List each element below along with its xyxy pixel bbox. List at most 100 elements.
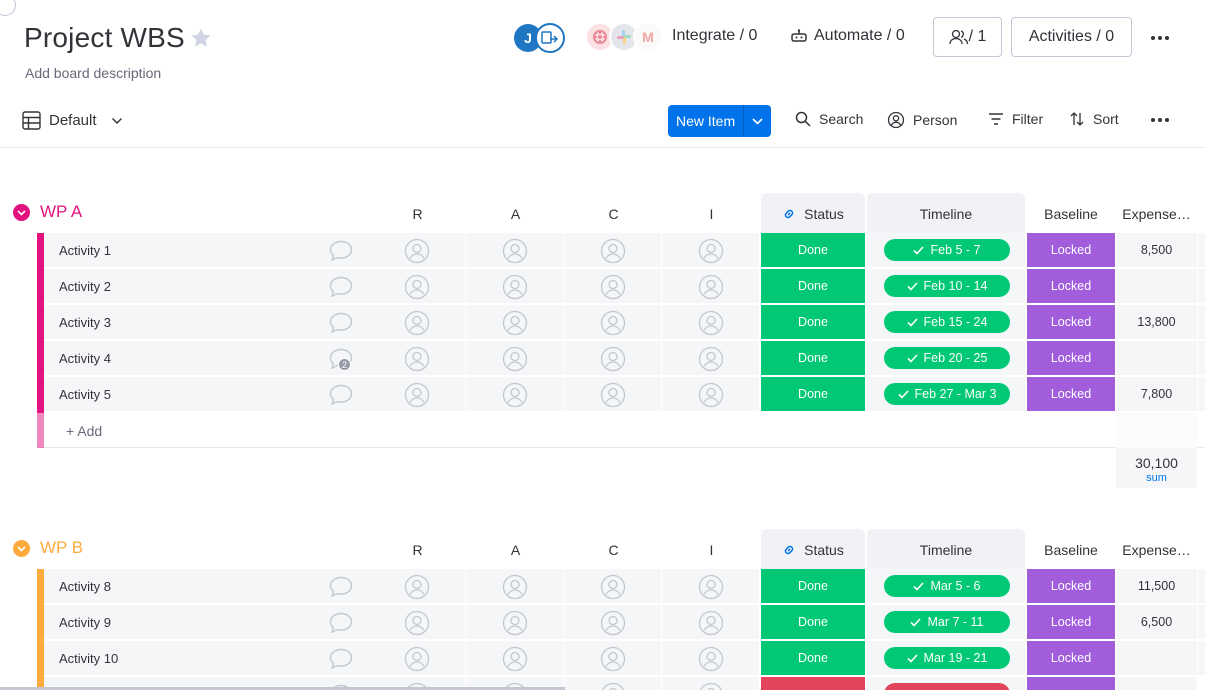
- timeline-pill[interactable]: Feb 10 - 14: [884, 275, 1010, 297]
- timeline-cell[interactable]: Feb 10 - 14: [867, 269, 1025, 304]
- expense-cell[interactable]: [1116, 677, 1197, 690]
- timeline-cell[interactable]: [867, 677, 1025, 690]
- item-name-cell[interactable]: Activity 2: [44, 269, 368, 304]
- timeline-pill[interactable]: Feb 27 - Mar 3: [884, 383, 1010, 405]
- table-row[interactable]: Activity 3 Done Feb 15 - 24 Locked 13,800: [37, 305, 1205, 341]
- column-header-expenses[interactable]: Expense…: [1116, 193, 1197, 233]
- person-cell-c[interactable]: [564, 377, 661, 412]
- column-header-timeline[interactable]: Timeline: [867, 193, 1025, 233]
- baseline-cell[interactable]: Locked: [1027, 269, 1115, 304]
- timeline-pill[interactable]: Mar 7 - 11: [884, 611, 1010, 633]
- item-name-cell[interactable]: Activity 9: [44, 605, 368, 640]
- column-header-expenses[interactable]: Expense…: [1116, 529, 1197, 569]
- expense-cell[interactable]: [1116, 341, 1197, 376]
- table-row[interactable]: Activity 4 2 Done Feb 20 - 25 Locked: [37, 341, 1205, 377]
- column-header-baseline[interactable]: Baseline: [1027, 193, 1115, 233]
- status-cell[interactable]: Done: [761, 341, 865, 376]
- column-header-a[interactable]: A: [467, 529, 564, 569]
- person-cell-i[interactable]: [662, 341, 759, 376]
- column-header-c[interactable]: C: [565, 193, 662, 233]
- person-cell-r[interactable]: [368, 605, 465, 640]
- updates-button[interactable]: [328, 311, 354, 335]
- baseline-cell[interactable]: Locked: [1027, 377, 1115, 412]
- person-cell-r[interactable]: [368, 569, 465, 604]
- updates-button[interactable]: [328, 275, 354, 299]
- updates-button[interactable]: [328, 239, 354, 263]
- person-cell-a[interactable]: [466, 605, 563, 640]
- table-row[interactable]: Activity 5 Done Feb 27 - Mar 3 Locked 7,800: [37, 377, 1205, 413]
- view-selector[interactable]: Default: [22, 111, 123, 130]
- baseline-cell[interactable]: [1027, 677, 1115, 690]
- person-cell-i[interactable]: [662, 305, 759, 340]
- timeline-pill[interactable]: Feb 15 - 24: [884, 311, 1010, 333]
- baseline-cell[interactable]: Locked: [1027, 233, 1115, 268]
- timeline-cell[interactable]: Mar 19 - 21: [867, 641, 1025, 676]
- baseline-cell[interactable]: Locked: [1027, 605, 1115, 640]
- person-cell-r[interactable]: [368, 341, 465, 376]
- column-header-c[interactable]: C: [565, 529, 662, 569]
- baseline-cell[interactable]: Locked: [1027, 641, 1115, 676]
- person-cell[interactable]: [662, 677, 759, 690]
- status-cell[interactable]: Done: [761, 233, 865, 268]
- person-cell-a[interactable]: [466, 641, 563, 676]
- integration-logos[interactable]: M: [585, 22, 665, 54]
- expense-cell[interactable]: 7,800: [1116, 377, 1197, 412]
- toolbar-more-icon[interactable]: [1148, 108, 1172, 132]
- person-cell-a[interactable]: [466, 233, 563, 268]
- column-header-baseline[interactable]: Baseline: [1027, 529, 1115, 569]
- item-name-cell[interactable]: Activity 5: [44, 377, 368, 412]
- person-cell-a[interactable]: [466, 269, 563, 304]
- status-cell[interactable]: [761, 677, 865, 690]
- person-cell-r[interactable]: [368, 233, 465, 268]
- item-name-cell[interactable]: Activity 8: [44, 569, 368, 604]
- timeline-cell[interactable]: Feb 15 - 24: [867, 305, 1025, 340]
- timeline-pill[interactable]: Feb 20 - 25: [884, 347, 1010, 369]
- timeline-cell[interactable]: Feb 27 - Mar 3: [867, 377, 1025, 412]
- expense-cell[interactable]: 11,500: [1116, 569, 1197, 604]
- board-description[interactable]: Add board description: [25, 65, 161, 81]
- status-cell[interactable]: Done: [761, 605, 865, 640]
- timeline-pill[interactable]: [884, 683, 1010, 690]
- updates-button[interactable]: [328, 611, 354, 635]
- person-cell-a[interactable]: [466, 305, 563, 340]
- person-cell[interactable]: [564, 677, 661, 690]
- status-cell[interactable]: Done: [761, 305, 865, 340]
- timeline-pill[interactable]: Mar 19 - 21: [884, 647, 1010, 669]
- board-title[interactable]: Project WBS: [24, 22, 185, 54]
- expense-cell[interactable]: 6,500: [1116, 605, 1197, 640]
- person-cell-a[interactable]: [466, 341, 563, 376]
- column-header-timeline[interactable]: Timeline: [867, 529, 1025, 569]
- item-name-cell[interactable]: Activity 3: [44, 305, 368, 340]
- person-cell-i[interactable]: [662, 269, 759, 304]
- person-cell-c[interactable]: [564, 569, 661, 604]
- person-cell-r[interactable]: [368, 305, 465, 340]
- person-cell-a[interactable]: [466, 569, 563, 604]
- expense-cell[interactable]: [1116, 269, 1197, 304]
- status-cell[interactable]: Done: [761, 269, 865, 304]
- guest-avatar[interactable]: [535, 23, 565, 53]
- add-item-row[interactable]: + Add: [37, 413, 1205, 448]
- status-cell[interactable]: Done: [761, 377, 865, 412]
- person-cell-c[interactable]: [564, 341, 661, 376]
- column-header-i[interactable]: I: [663, 193, 760, 233]
- timeline-cell[interactable]: Mar 7 - 11: [867, 605, 1025, 640]
- item-name-cell[interactable]: Activity 1: [44, 233, 368, 268]
- collapse-group-icon[interactable]: [13, 540, 30, 557]
- collapse-group-icon[interactable]: [13, 204, 30, 221]
- search-button[interactable]: Search: [795, 111, 863, 127]
- timeline-pill[interactable]: Feb 5 - 7: [884, 239, 1010, 261]
- more-options-icon[interactable]: [1148, 26, 1172, 50]
- group-title[interactable]: WP B: [40, 538, 83, 558]
- person-cell-r[interactable]: [368, 641, 465, 676]
- person-cell-i[interactable]: [662, 641, 759, 676]
- person-cell-c[interactable]: [564, 305, 661, 340]
- activities-button[interactable]: Activities / 0: [1011, 17, 1132, 57]
- person-cell-r[interactable]: [368, 377, 465, 412]
- updates-button[interactable]: [328, 647, 354, 671]
- column-header-status[interactable]: Status: [761, 529, 865, 569]
- timeline-cell[interactable]: Feb 20 - 25: [867, 341, 1025, 376]
- table-row[interactable]: Activity 9 Done Mar 7 - 11 Locked 6,500: [37, 605, 1205, 641]
- updates-button[interactable]: [328, 383, 354, 407]
- expense-cell[interactable]: [1116, 641, 1197, 676]
- expense-sum[interactable]: 30,100 sum: [1116, 448, 1197, 488]
